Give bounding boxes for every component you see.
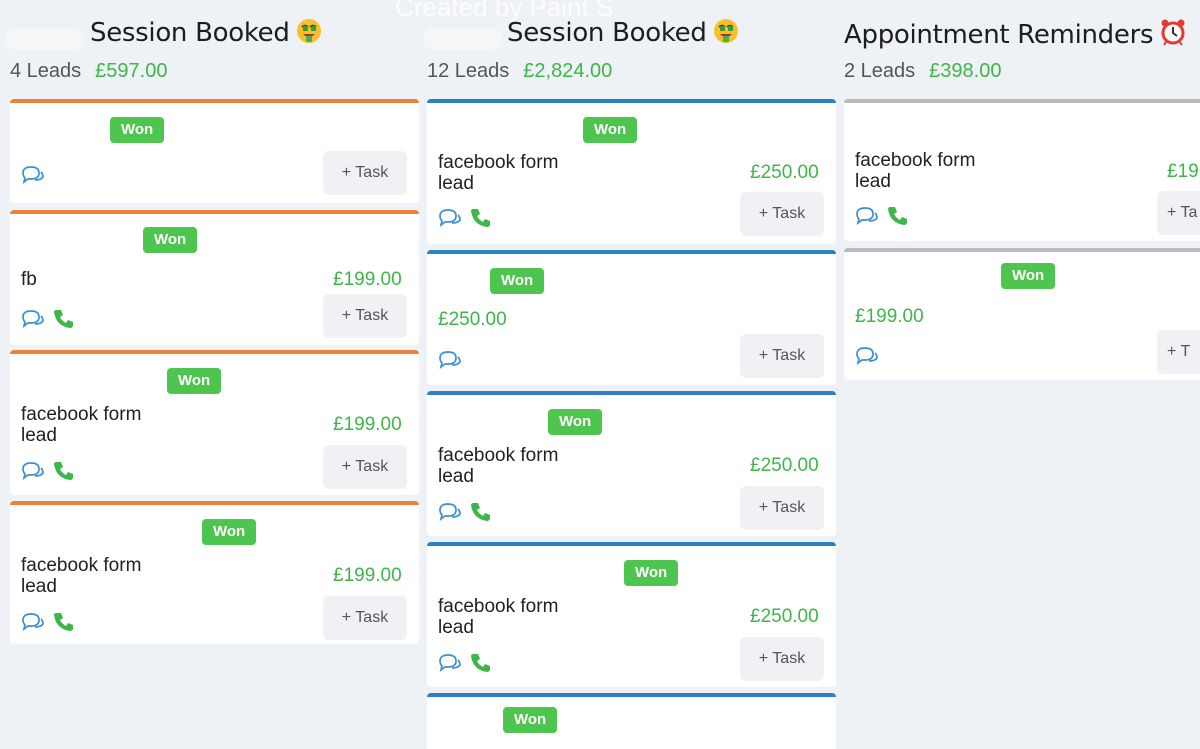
lead-name[interactable]: facebook form lead <box>438 152 588 194</box>
status-badge: Won <box>110 117 165 143</box>
alarm-clock-icon <box>1159 18 1187 53</box>
status-badge: Won <box>1001 263 1056 289</box>
status-badge: Won <box>490 268 545 294</box>
add-task-button[interactable]: + Task <box>323 445 407 489</box>
add-task-button[interactable]: + Task <box>740 486 824 530</box>
chat-icon[interactable] <box>21 461 45 481</box>
lead-card[interactable]: Won + Task <box>10 99 419 203</box>
column-stats: 4 Leads £597.00 <box>10 60 167 83</box>
lead-name[interactable]: facebook form lead <box>855 150 1005 192</box>
lead-amount: £250.00 <box>750 455 819 476</box>
phone-icon[interactable] <box>470 501 492 523</box>
lead-amount: £199.00 <box>333 565 402 586</box>
add-task-button[interactable]: + Task <box>740 334 824 378</box>
chat-icon[interactable] <box>438 350 462 370</box>
lead-amount: £199.00 <box>855 306 924 327</box>
lead-amount: £19 <box>1167 161 1199 182</box>
add-task-button[interactable]: + T <box>1157 330 1200 374</box>
lead-amount: £199.00 <box>333 414 402 435</box>
chat-icon[interactable] <box>438 502 462 522</box>
column-session-booked-2: Session Booked 12 Leads £2,824.00 Won fac… <box>427 0 837 749</box>
lead-card[interactable]: Won fb £199.00 + Task <box>10 210 419 345</box>
status-badge: Won <box>624 560 679 586</box>
lead-card[interactable]: Won <box>427 693 836 749</box>
lead-amount: £199.00 <box>333 269 402 290</box>
chat-icon[interactable] <box>855 206 879 226</box>
phone-icon[interactable] <box>470 652 492 674</box>
chat-icon[interactable] <box>438 653 462 673</box>
phone-icon[interactable] <box>53 308 75 330</box>
lead-amount: £250.00 <box>438 309 507 330</box>
column-title: Session Booked <box>90 18 322 51</box>
status-badge: Won <box>143 227 198 253</box>
status-badge: Won <box>548 409 603 435</box>
column-header: Session Booked 4 Leads £597.00 <box>0 0 420 95</box>
column-title: Session Booked <box>507 18 739 51</box>
lead-card[interactable]: facebook form lead £19 + Ta <box>844 99 1200 241</box>
column-title: Appointment Reminders <box>844 18 1187 53</box>
chat-icon[interactable] <box>21 612 45 632</box>
lead-amount: £250.00 <box>750 606 819 627</box>
lead-card[interactable]: Won £250.00 + Task <box>427 250 836 385</box>
lead-name[interactable]: fb <box>21 269 171 290</box>
add-task-button[interactable]: + Task <box>740 637 824 681</box>
column-total: £597.00 <box>95 60 168 82</box>
chat-icon[interactable] <box>438 208 462 228</box>
lead-name[interactable]: facebook form lead <box>438 596 588 638</box>
lead-card[interactable]: Won £199.00 + T <box>844 248 1200 380</box>
leads-count: 4 Leads <box>10 60 82 82</box>
lead-name[interactable]: facebook form lead <box>21 555 171 597</box>
column-appointment-reminders: Appointment Reminders 2 Leads £398.00 fac… <box>844 0 1200 749</box>
lead-name[interactable]: facebook form lead <box>21 404 171 446</box>
chat-icon[interactable] <box>21 309 45 329</box>
column-total: £398.00 <box>929 60 1002 82</box>
add-task-button[interactable]: + Task <box>323 596 407 640</box>
column-total: £2,824.00 <box>523 60 613 82</box>
money-mouth-face-icon <box>713 18 739 51</box>
chat-icon[interactable] <box>21 165 45 185</box>
add-task-button[interactable]: + Ta <box>1157 191 1200 235</box>
leads-count: 2 Leads <box>844 60 916 82</box>
add-task-button[interactable]: + Task <box>323 151 407 195</box>
column-session-booked-1: Session Booked 4 Leads £597.00 Won + Task… <box>0 0 420 749</box>
phone-icon[interactable] <box>53 611 75 633</box>
leads-count: 12 Leads <box>427 60 510 82</box>
lead-card[interactable]: Won facebook form lead £250.00 + Task <box>427 391 836 536</box>
phone-icon[interactable] <box>53 460 75 482</box>
lead-card[interactable]: Won facebook form lead £199.00 + Task <box>10 501 419 644</box>
column-stats: 2 Leads £398.00 <box>844 60 1001 83</box>
column-header: Session Booked 12 Leads £2,824.00 <box>427 0 837 95</box>
status-badge: Won <box>503 707 558 733</box>
status-badge: Won <box>167 368 222 394</box>
chat-icon[interactable] <box>855 346 879 366</box>
status-badge: Won <box>583 117 638 143</box>
money-mouth-face-icon <box>296 18 322 51</box>
add-task-button[interactable]: + Task <box>323 294 407 338</box>
pipeline-board: Created by Paint S Session Booked 4 Lead… <box>0 0 1200 749</box>
add-task-button[interactable]: + Task <box>740 192 824 236</box>
lead-name[interactable]: facebook form lead <box>438 445 588 487</box>
lead-card[interactable]: Won facebook form lead £199.00 + Task <box>10 350 419 495</box>
status-badge: Won <box>202 519 257 545</box>
column-stats: 12 Leads £2,824.00 <box>427 60 612 83</box>
column-header: Appointment Reminders 2 Leads £398.00 <box>844 0 1200 95</box>
lead-amount: £250.00 <box>750 162 819 183</box>
phone-icon[interactable] <box>887 205 909 227</box>
lead-card[interactable]: Won facebook form lead £250.00 + Task <box>427 542 836 687</box>
lead-card[interactable]: Won facebook form lead £250.00 + Task <box>427 99 836 244</box>
phone-icon[interactable] <box>470 207 492 229</box>
